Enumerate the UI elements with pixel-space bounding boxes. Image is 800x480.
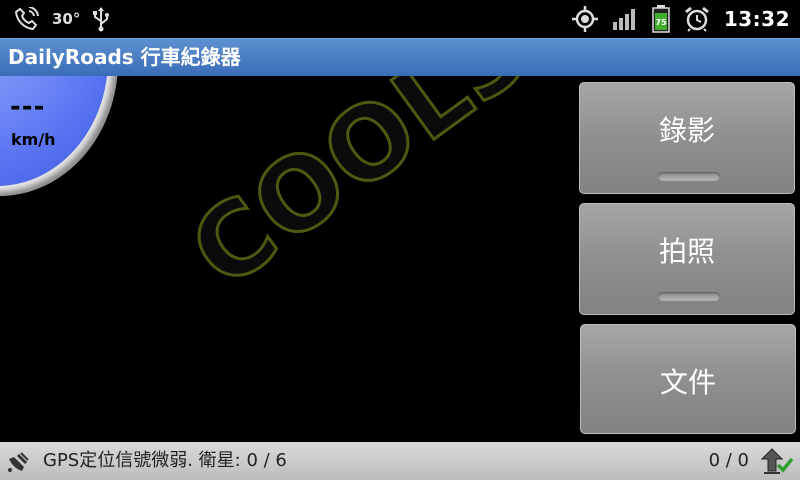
record-button[interactable]: 錄影 (579, 82, 795, 194)
speed-unit: km/h (11, 130, 56, 149)
alarm-clock-icon (684, 6, 710, 32)
app-title-bar: DailyRoads 行車紀錄器 (0, 38, 800, 76)
record-button-label: 錄影 (658, 114, 715, 147)
upload-counter: 0 / 0 (708, 450, 749, 471)
status-bar-right: 75 13:32 (571, 0, 790, 38)
status-bar: 30° 75 13:32 (0, 0, 800, 38)
battery-level-text: 75 (655, 18, 667, 27)
watermark-text: COOL3C (169, 76, 615, 312)
photo-indicator (658, 292, 720, 301)
record-indicator (658, 172, 720, 181)
photo-button-label: 拍照 (658, 235, 715, 268)
signal-bars-icon (612, 8, 638, 30)
camera-view: --- km/h COOL3C 錄影 拍照 文件 (0, 76, 800, 442)
gps-status-text: GPS定位信號微弱. 衛星: 0 / 6 (43, 450, 287, 471)
clock: 13:32 (723, 7, 790, 31)
gps-status-bar: GPS定位信號微弱. 衛星: 0 / 6 0 / 0 (0, 442, 800, 480)
files-button-label: 文件 (659, 366, 716, 399)
speed-value: --- (10, 92, 46, 122)
status-bar-left: 30° (14, 0, 110, 38)
app-title: DailyRoads 行車紀錄器 (8, 45, 241, 69)
temperature-readout: 30° (52, 10, 81, 28)
usb-icon (92, 6, 110, 32)
files-button[interactable]: 文件 (580, 324, 796, 434)
phone-call-icon (14, 7, 40, 31)
photo-button[interactable]: 拍照 (579, 203, 795, 315)
satellite-icon (6, 451, 30, 478)
upload-icon[interactable] (760, 447, 794, 480)
battery-icon: 75 (652, 5, 670, 33)
gps-target-icon (571, 6, 598, 32)
